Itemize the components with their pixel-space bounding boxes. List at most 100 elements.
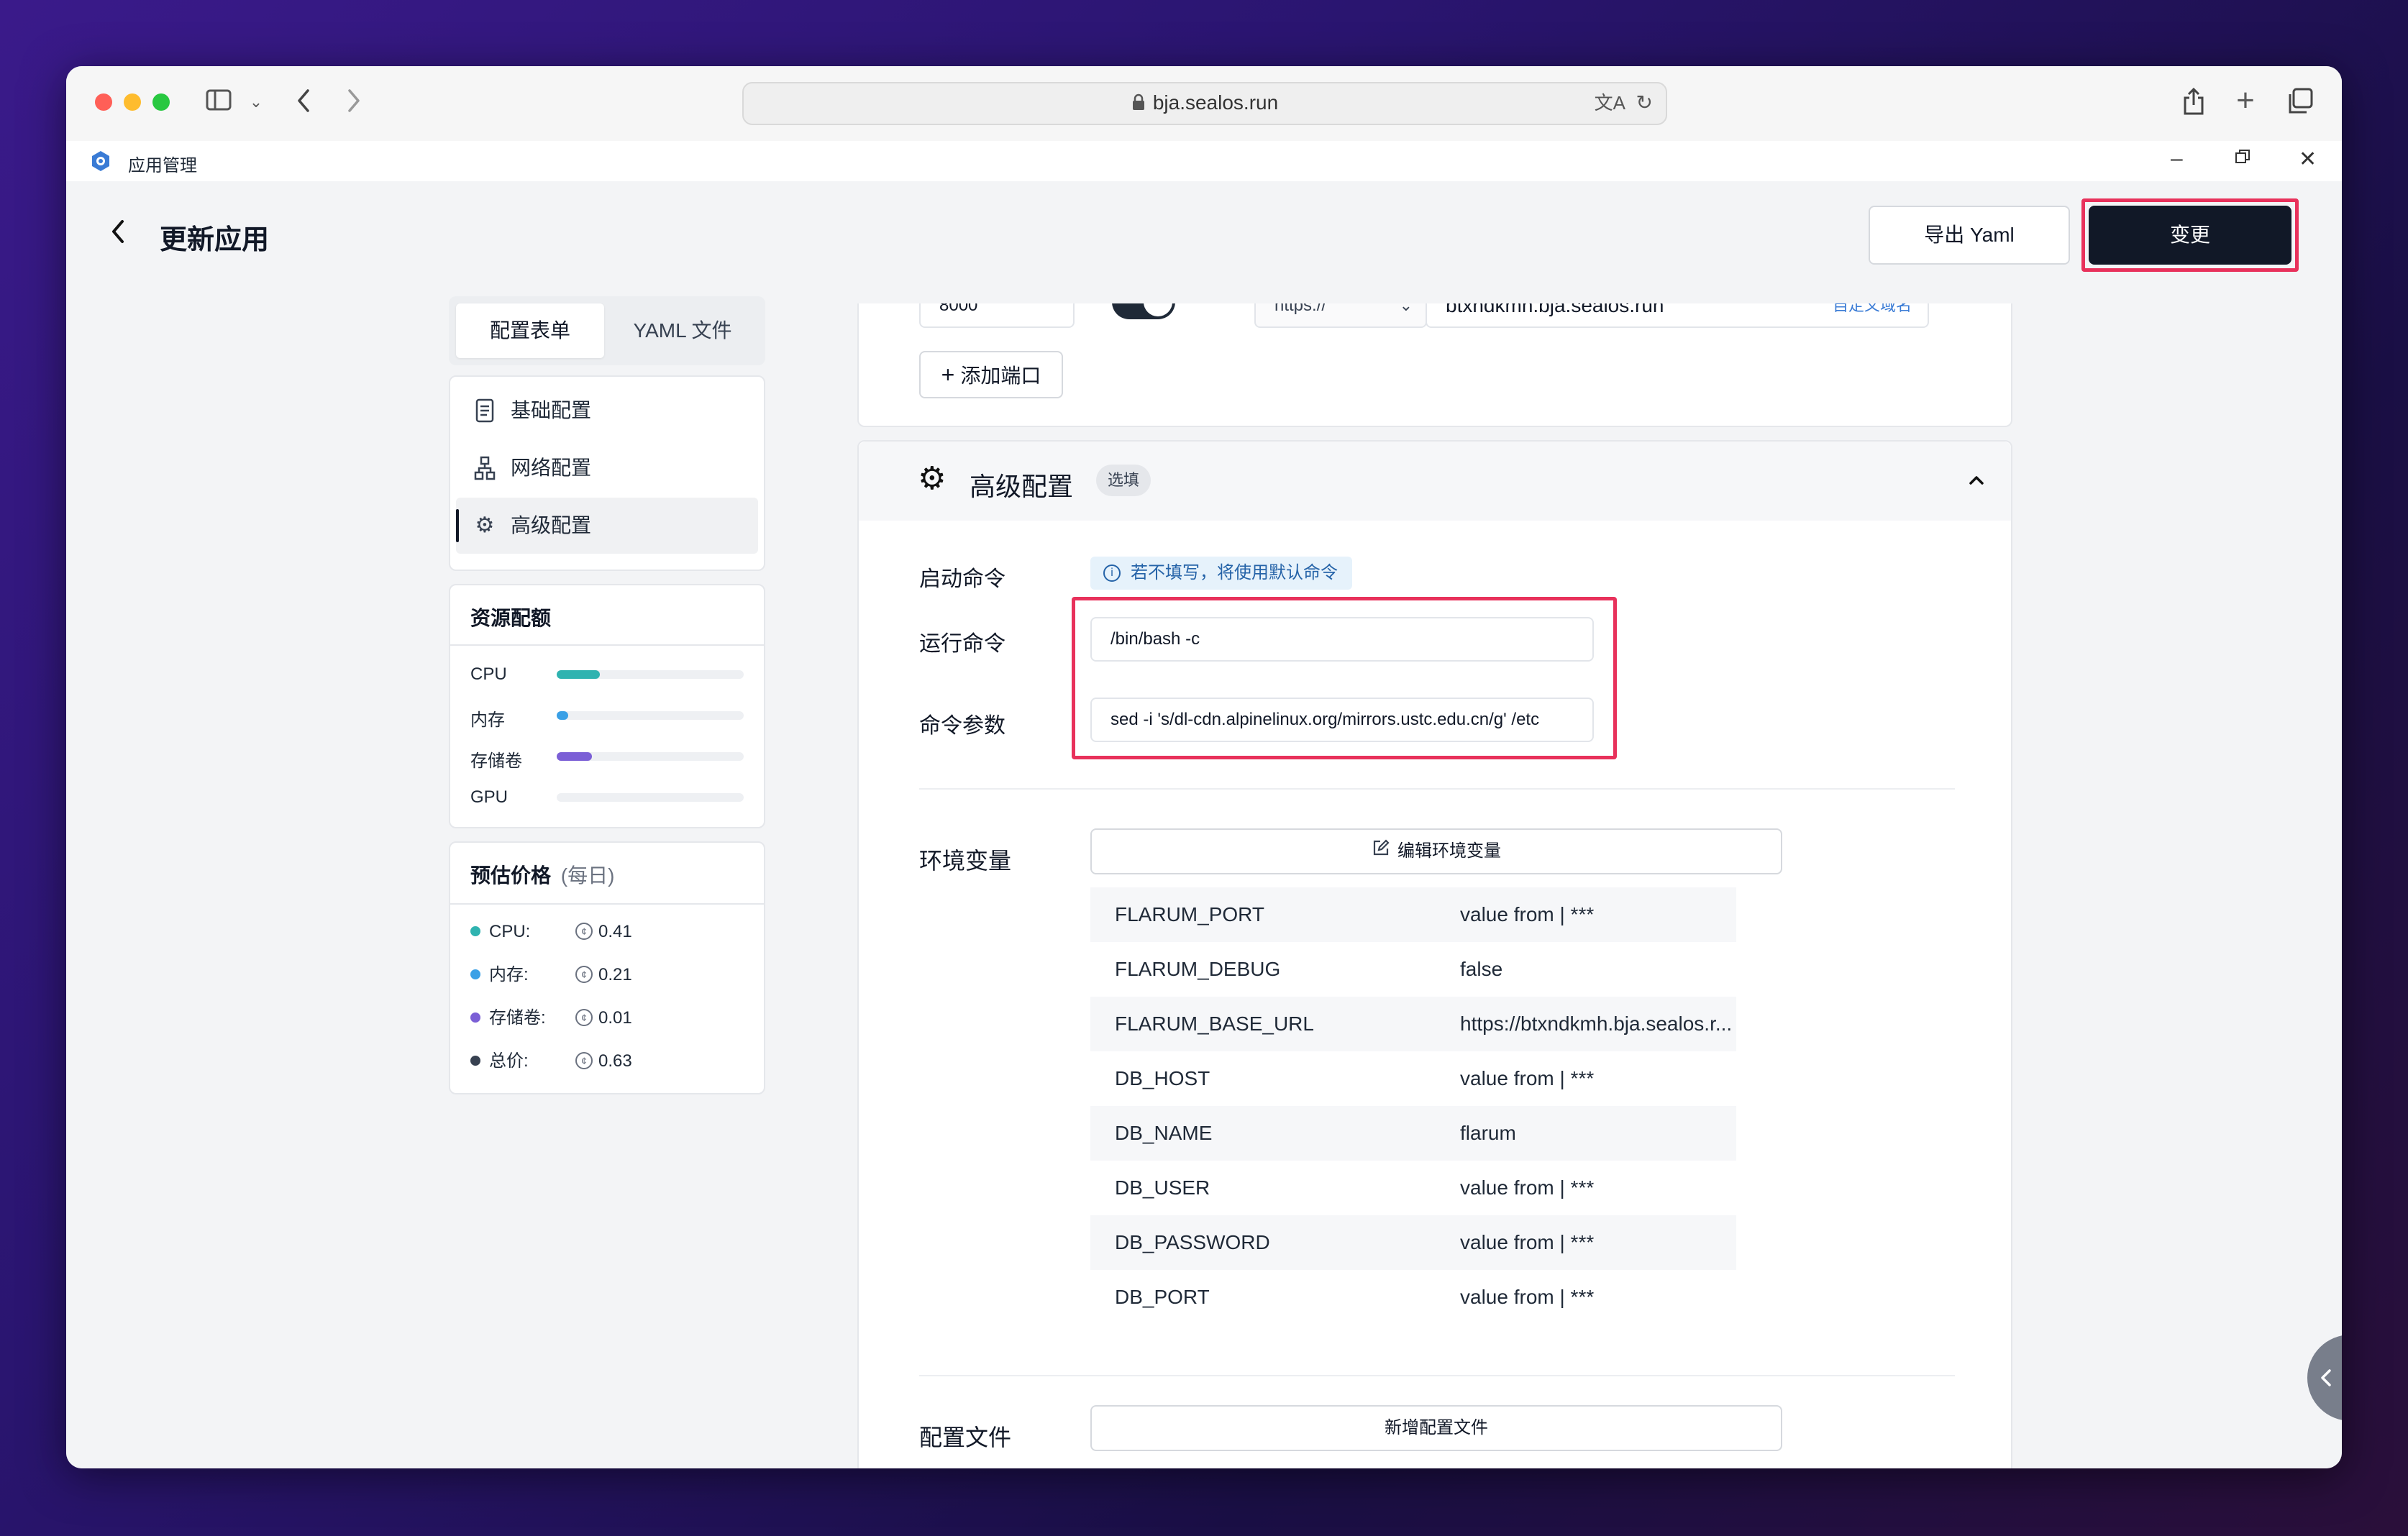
tab-config-form[interactable]: 配置表单 <box>456 303 604 358</box>
price-value-total: ¢ 0.63 <box>575 1050 632 1073</box>
form-scroll-area[interactable]: 8000 https:// ⌄ btxndkmh.bja.sealos.run … <box>790 303 2012 1468</box>
restore-icon[interactable] <box>2234 148 2251 170</box>
chevron-up-icon[interactable] <box>1966 466 1987 498</box>
add-port-button[interactable]: + 添加端口 <box>919 351 1063 398</box>
nav-item-basic[interactable]: 基础配置 <box>456 383 758 439</box>
divider <box>450 644 764 646</box>
resource-label-cpu: CPU <box>470 664 507 684</box>
coin-icon: ¢ <box>575 922 593 940</box>
tab-overview-icon[interactable] <box>2286 88 2314 119</box>
command-args-label: 命令参数 <box>919 714 1005 738</box>
zoom-window-button[interactable] <box>152 93 170 111</box>
resource-label-storage: 存储卷 <box>470 751 522 771</box>
tab-yaml-file[interactable]: YAML 文件 <box>608 303 757 358</box>
close-window-button[interactable] <box>95 93 112 111</box>
app-title: 应用管理 <box>128 156 197 175</box>
close-icon[interactable]: ✕ <box>2299 147 2317 172</box>
price-title-row: 预估价格 (每日) <box>470 860 614 889</box>
minimize-icon[interactable]: – <box>2171 147 2183 171</box>
startup-command-label: 启动命令 <box>919 567 1005 591</box>
advanced-config-title: 高级配置 <box>970 472 1074 501</box>
env-var-row: FLARUM_DEBUG false <box>1090 942 1736 997</box>
coin-icon: ¢ <box>575 965 593 983</box>
env-var-value: value from | *** <box>1460 1067 1595 1089</box>
env-var-key: DB_NAME <box>1115 1122 1213 1144</box>
sidebar-toggle-icon[interactable] <box>204 88 233 116</box>
side-panel-handle[interactable] <box>2307 1335 2342 1421</box>
gear-icon: ⚙ <box>475 513 495 537</box>
price-value: 0.01 <box>598 1008 632 1028</box>
edit-icon <box>1372 831 1390 874</box>
optional-badge: 选填 <box>1096 465 1151 496</box>
env-var-key: FLARUM_PORT <box>1115 903 1264 925</box>
custom-domain-link[interactable]: 自定义域名 <box>1833 303 1912 326</box>
reload-icon[interactable]: ↻ <box>1636 83 1653 122</box>
gpu-usage-bar <box>557 793 744 802</box>
price-row-total: 总价: <box>470 1050 529 1073</box>
divider <box>919 1375 1955 1376</box>
price-title: 预估价格 <box>470 864 552 887</box>
storage-usage-bar <box>557 752 744 761</box>
env-var-value: https://btxndkmh.bja.sealos.r... <box>1460 1012 1733 1035</box>
env-var-value: value from | *** <box>1460 903 1595 925</box>
nav-item-network-label: 网络配置 <box>511 457 592 479</box>
protocol-value: https:// <box>1274 303 1327 315</box>
env-var-row: FLARUM_PORT value from | *** <box>1090 887 1736 942</box>
info-icon: i <box>1103 564 1121 582</box>
run-command-label: 运行命令 <box>919 632 1005 656</box>
chevron-left-icon <box>2319 1363 2333 1396</box>
back-arrow-icon[interactable] <box>109 219 127 248</box>
env-var-row: DB_PASSWORD value from | *** <box>1090 1215 1736 1270</box>
nav-item-basic-label: 基础配置 <box>511 399 592 421</box>
back-icon[interactable] <box>291 88 316 119</box>
edit-env-label: 编辑环境变量 <box>1397 841 1501 861</box>
page-title: 更新应用 <box>160 225 270 255</box>
env-var-row: DB_PORT value from | *** <box>1090 1270 1736 1325</box>
divider <box>450 903 764 905</box>
new-tab-icon[interactable]: + <box>2231 85 2260 116</box>
env-var-key: DB_PASSWORD <box>1115 1231 1270 1253</box>
env-var-row: DB_USER value from | *** <box>1090 1161 1736 1215</box>
env-var-row: DB_NAME flarum <box>1090 1106 1736 1161</box>
memory-usage-bar <box>557 711 744 720</box>
resource-quota-card: 资源配额 CPU 内存 存储卷 GPU <box>449 584 765 828</box>
coin-icon: ¢ <box>575 1008 593 1026</box>
price-row-cpu: CPU: <box>470 920 530 943</box>
price-row-memory: 内存: <box>470 964 529 987</box>
divider <box>919 788 1955 790</box>
browser-toolbar: ⌄ bja.sealos.run 文A ↻ + <box>66 66 2342 142</box>
nav-item-network[interactable]: 网络配置 <box>456 440 758 496</box>
translate-icon[interactable]: 文A <box>1595 83 1625 122</box>
env-var-value: value from | *** <box>1460 1231 1595 1253</box>
advanced-config-header[interactable]: ⚙ 高级配置 选填 <box>859 442 2011 521</box>
domain-input[interactable]: btxndkmh.bja.sealos.run 自定义域名 <box>1426 303 1929 328</box>
chevron-down-icon[interactable]: ⌄ <box>247 88 265 116</box>
forward-icon[interactable] <box>341 88 367 119</box>
add-port-label: 添加端口 <box>960 365 1041 387</box>
export-yaml-button[interactable]: 导出 Yaml <box>1869 206 2070 265</box>
edit-env-button[interactable]: 编辑环境变量 <box>1090 828 1782 874</box>
price-value-storage: ¢ 0.01 <box>575 1007 632 1030</box>
price-subtitle: (每日) <box>560 864 615 887</box>
public-access-toggle[interactable] <box>1112 303 1175 319</box>
protocol-select[interactable]: https:// ⌄ <box>1254 303 1427 328</box>
port-input[interactable]: 8000 <box>919 303 1075 328</box>
share-icon[interactable] <box>2179 86 2208 121</box>
lock-icon <box>1131 85 1146 124</box>
price-label: 存储卷: <box>489 1008 546 1028</box>
form-mode-tabs: 配置表单 YAML 文件 <box>449 296 765 365</box>
config-file-label: 配置文件 <box>919 1425 1012 1450</box>
nav-item-advanced[interactable]: ⚙ 高级配置 <box>456 498 758 554</box>
price-label: 内存: <box>489 965 529 984</box>
resource-quota-title: 资源配额 <box>470 607 552 629</box>
url-text: bja.sealos.run <box>1152 91 1279 114</box>
minimize-window-button[interactable] <box>124 93 141 111</box>
price-value-cpu: ¢ 0.41 <box>575 920 632 943</box>
env-var-value: flarum <box>1460 1122 1516 1144</box>
env-var-key: DB_PORT <box>1115 1286 1210 1308</box>
memory-dot <box>470 969 480 979</box>
env-var-key: DB_USER <box>1115 1176 1210 1199</box>
address-bar[interactable]: bja.sealos.run 文A ↻ <box>742 82 1667 125</box>
domain-value: btxndkmh.bja.sealos.run <box>1446 303 1664 316</box>
add-config-file-button[interactable]: 新增配置文件 <box>1090 1405 1782 1451</box>
